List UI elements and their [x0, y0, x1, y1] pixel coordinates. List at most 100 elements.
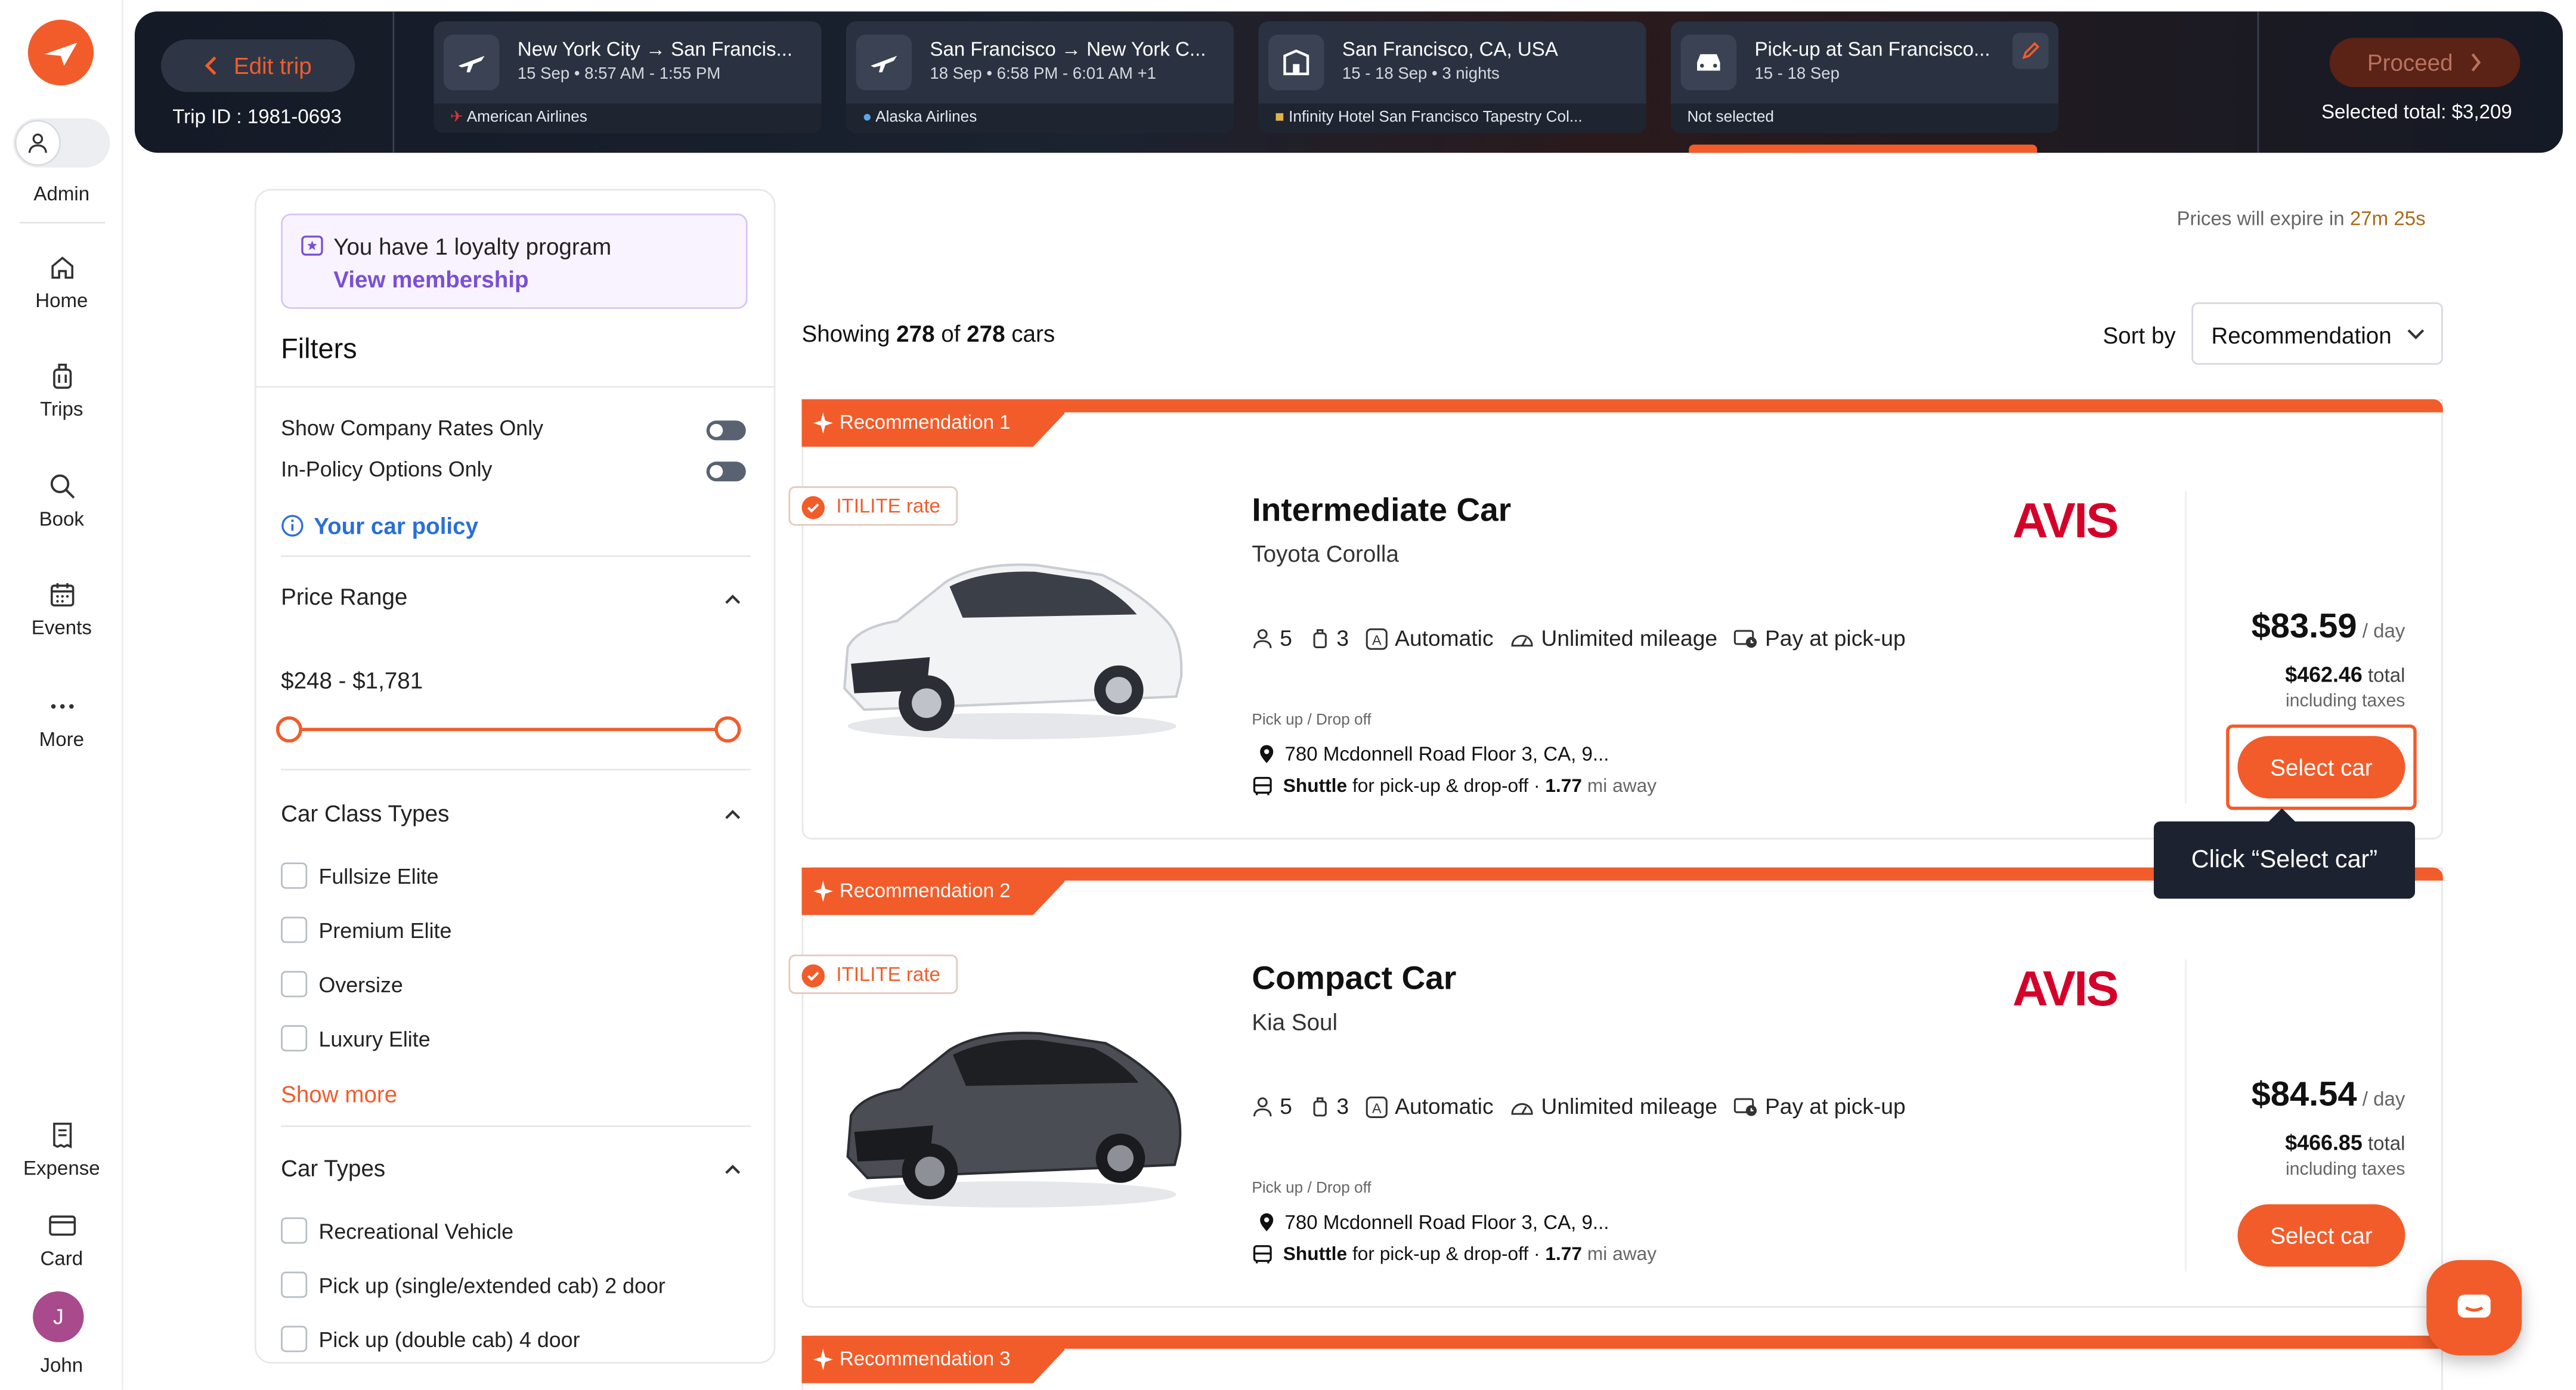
automatic-icon: A	[1366, 1095, 1388, 1117]
car-result-card: Recommendation 2 ITILITE rate Compact Ca…	[788, 867, 2443, 1308]
company-rates-toggle[interactable]	[706, 420, 746, 441]
select-car-button[interactable]: Select car	[2237, 1204, 2405, 1267]
segment-hotel[interactable]: San Francisco, CA, USA 15 - 18 Sep • 3 n…	[1258, 21, 1646, 134]
divider	[2257, 11, 2259, 153]
mileage-icon	[1511, 634, 1533, 646]
recommendation-tag: Recommendation 2	[801, 867, 1065, 915]
price-range-title: Price Range	[281, 583, 408, 610]
pickup-address: 780 Mcdonnell Road Floor 3, CA, 9...	[1258, 1211, 1609, 1234]
proceed-button[interactable]: Proceed	[2329, 38, 2521, 88]
car-features: 5 3 A Automatic Unlimited mileage Pay at …	[1252, 1094, 1922, 1119]
plane-icon	[856, 34, 912, 91]
user-icon	[14, 120, 61, 166]
edit-pencil-icon[interactable]	[2012, 33, 2049, 69]
segment-flight-outbound[interactable]: New York City → San Francis... 15 Sep • …	[434, 21, 822, 134]
seats-icon	[1253, 1097, 1272, 1117]
checkbox-fullsize-elite[interactable]	[281, 862, 308, 889]
filters-title: Filters	[281, 333, 357, 365]
shuttle-info: Shuttle for pick-up & drop-off · 1.77 mi…	[1252, 1244, 1657, 1265]
chevron-right-icon	[2471, 53, 2481, 72]
car-result-card: Recommendation 1 ITILITE rate Intermedia…	[788, 399, 2443, 840]
checkbox-oversize[interactable]	[281, 971, 308, 998]
vendor-logo: AVIS	[2012, 962, 2119, 1017]
receipt-icon	[52, 1122, 71, 1148]
chat-icon	[2457, 1295, 2491, 1318]
search-icon	[49, 474, 74, 499]
nav-home[interactable]: Home	[0, 253, 123, 312]
chat-button[interactable]	[2426, 1260, 2522, 1355]
view-membership-link[interactable]: View membership	[333, 266, 528, 292]
more-icon	[50, 704, 73, 709]
checkbox-premium-elite[interactable]	[281, 917, 308, 943]
location-pin-icon	[1260, 1213, 1274, 1231]
car-icon	[1680, 34, 1737, 91]
sort-select[interactable]: Recommendation	[2191, 302, 2443, 365]
chevron-up-icon[interactable]	[723, 1160, 742, 1180]
chevron-down-icon	[2407, 329, 2425, 340]
recommendation-tag: Recommendation 3	[801, 1335, 1065, 1383]
left-nav-rail: Admin Home Trips Book Events More Expens…	[0, 0, 123, 1390]
nav-trips[interactable]: Trips	[0, 361, 123, 420]
svg-text:A: A	[1372, 1100, 1382, 1115]
price-slider-max-handle[interactable]	[714, 716, 741, 743]
location-pin-icon	[1260, 745, 1274, 763]
chevron-up-icon[interactable]	[723, 590, 742, 609]
checkbox-recreational-vehicle[interactable]	[281, 1217, 308, 1244]
sort-label: Sort by	[2103, 321, 2176, 349]
price-total: $466.85 total	[2285, 1130, 2405, 1155]
plane-icon	[443, 34, 500, 91]
divider	[392, 11, 395, 153]
chevron-up-icon[interactable]	[723, 805, 742, 825]
checkbox-luxury-elite[interactable]	[281, 1025, 308, 1052]
car-features: 5 3 A Automatic Unlimited mileage Pay at …	[1252, 626, 1922, 651]
segment-car[interactable]: Pick-up at San Francisco... 15 - 18 Sep …	[1670, 21, 2059, 134]
divider	[20, 221, 106, 224]
luggage-icon	[52, 363, 71, 389]
pickup-address: 780 Mcdonnell Road Floor 3, CA, 9...	[1258, 742, 1609, 766]
show-more-link[interactable]: Show more	[281, 1081, 397, 1107]
car-policy-link[interactable]: Your car policy	[281, 513, 478, 539]
svg-text:A: A	[1372, 631, 1382, 647]
airline-logo-icon: ✈	[450, 108, 463, 127]
seats-icon	[1253, 629, 1272, 649]
car-types-title: Car Types	[281, 1154, 386, 1181]
segment-flight-return[interactable]: San Francisco → New York C... 18 Sep • 6…	[846, 21, 1234, 134]
filters-panel: You have 1 loyalty program View membersh…	[255, 188, 776, 1364]
price-per-day: $84.54 / day	[2251, 1076, 2405, 1114]
price-total: $462.46 total	[2285, 662, 2405, 687]
mileage-icon	[1511, 1102, 1533, 1115]
car-class-title: Car Class Types	[281, 800, 450, 826]
nav-expense[interactable]: Expense	[0, 1120, 123, 1180]
app-logo[interactable]	[27, 20, 94, 86]
nav-more[interactable]: More	[0, 692, 123, 751]
credit-card-icon	[48, 1215, 75, 1236]
price-expiry: Prices will expire in 27m 25s	[2176, 207, 2426, 230]
role-toggle[interactable]	[13, 118, 110, 168]
car-result-card: Recommendation 3	[801, 1335, 2443, 1390]
edit-trip-button[interactable]: Edit trip	[160, 39, 355, 92]
checkbox-pickup-2door[interactable]	[281, 1271, 308, 1298]
loyalty-star-icon	[301, 236, 323, 256]
chevron-left-icon	[205, 56, 217, 75]
trip-id: Trip ID : 1981-0693	[172, 105, 342, 128]
pay-icon	[1734, 630, 1758, 648]
in-policy-toggle[interactable]	[706, 462, 746, 482]
car-model: Kia Soul	[1252, 1008, 1338, 1035]
pay-icon	[1734, 1098, 1758, 1116]
avatar[interactable]: J	[33, 1291, 84, 1342]
bags-icon	[1312, 629, 1326, 649]
recommendation-tag: Recommendation 1	[801, 399, 1065, 447]
nav-book[interactable]: Book	[0, 472, 123, 531]
nav-card[interactable]: Card	[0, 1211, 123, 1270]
checkbox-pickup-4door[interactable]	[281, 1326, 308, 1352]
select-car-button[interactable]: Select car	[2237, 736, 2405, 798]
car-class-name: Intermediate Car	[1252, 493, 1512, 530]
itilite-rate-badge: ITILITE rate	[788, 486, 958, 526]
shuttle-info: Shuttle for pick-up & drop-off · 1.77 mi…	[1252, 775, 1657, 797]
loyalty-banner: You have 1 loyalty program View membersh…	[281, 213, 748, 309]
price-slider-min-handle[interactable]	[275, 716, 302, 743]
airline-logo-icon: ●	[862, 108, 872, 127]
check-icon	[801, 496, 825, 519]
vendor-logo: AVIS	[2012, 494, 2119, 549]
nav-events[interactable]: Events	[0, 580, 123, 639]
